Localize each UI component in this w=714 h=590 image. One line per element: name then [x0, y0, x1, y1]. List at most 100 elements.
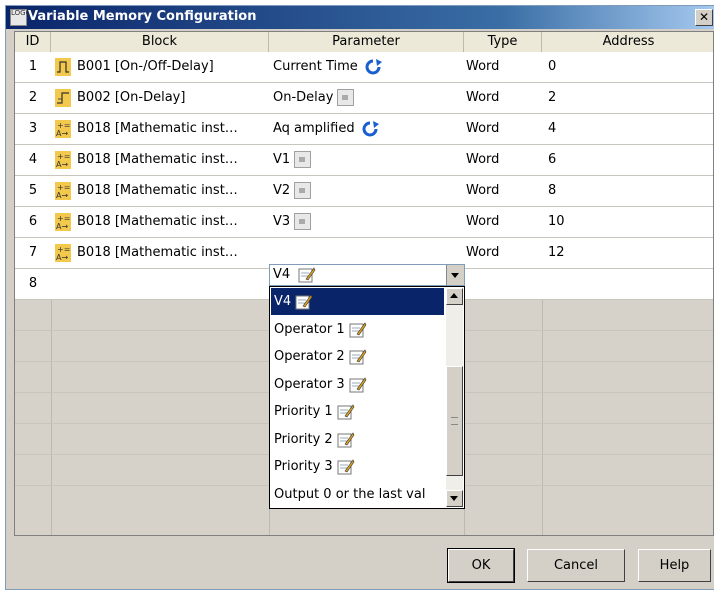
parameter-label: V1 — [273, 152, 291, 167]
cell-id: 8 — [28, 276, 38, 291]
cell-id: 1 — [28, 59, 38, 74]
dropdown-option[interactable]: Priority 1 — [271, 398, 444, 425]
parameter-label: Current Time — [273, 59, 358, 74]
cell-parameter[interactable]: V2 — [269, 176, 464, 206]
pencil-icon — [337, 431, 355, 447]
cell-parameter[interactable]: Current Time — [269, 52, 464, 82]
cell-address: 10 — [548, 214, 565, 229]
math-icon: +=A→ — [55, 243, 71, 262]
cell-type: Word — [466, 90, 500, 105]
scroll-thumb[interactable] — [446, 366, 463, 476]
cell-id: 5 — [28, 183, 38, 198]
dropdown-option[interactable]: Operator 1 — [271, 316, 444, 343]
dropdown-scrollbar[interactable] — [446, 288, 463, 507]
dropdown-option[interactable]: V4 — [271, 288, 444, 315]
cell-id: 3 — [28, 121, 38, 136]
parameter-combobox[interactable]: V4 — [269, 264, 465, 286]
block-label: B018 [Mathematic inst… — [77, 214, 238, 229]
cell-address: 12 — [548, 245, 565, 260]
svg-text:A→: A→ — [56, 129, 68, 138]
column-header-block[interactable]: Block — [51, 32, 269, 52]
table-row[interactable]: 2 B002 [On-Delay] On-Delay Word 2 — [15, 83, 713, 114]
lock-icon — [294, 151, 312, 168]
lock-icon — [337, 89, 355, 106]
dropdown-option[interactable]: Priority 2 — [271, 426, 444, 453]
parameter-label: V3 — [273, 214, 291, 229]
cell-block: += A→ B018 [Mathematic inst… — [51, 176, 269, 206]
ok-button[interactable]: OK — [447, 548, 515, 583]
cell-block — [51, 269, 269, 299]
window-title: Variable Memory Configuration — [28, 9, 257, 24]
pencil-icon — [337, 459, 355, 475]
block-label: B018 [Mathematic inst… — [77, 183, 238, 198]
cell-parameter[interactable]: V3 — [269, 207, 464, 237]
table-row[interactable]: 5 += A→ B018 [Mathematic inst… V2 Word 8 — [15, 176, 713, 207]
dropdown-option-label: Priority 3 — [274, 459, 333, 474]
dropdown-option-label: Operator 3 — [274, 376, 345, 392]
cell-address: 2 — [548, 90, 557, 105]
cell-type: Word — [466, 59, 500, 74]
dropdown-option-label: Priority 1 — [274, 404, 333, 419]
pencil-icon — [337, 404, 355, 420]
column-header-parameter[interactable]: Parameter — [269, 32, 464, 52]
cell-block: += A→ B018 [Mathematic inst… — [51, 114, 269, 144]
cell-block: B001 [On-/Off-Delay] — [51, 52, 269, 82]
math-icon: +=A→ — [55, 181, 71, 200]
table-row[interactable]: 6 += A→ B018 [Mathematic inst… V3 Word 10 — [15, 207, 713, 238]
cancel-button[interactable]: Cancel — [527, 549, 625, 582]
cell-id: 2 — [28, 90, 38, 105]
pencil-icon — [349, 349, 366, 365]
column-header-type[interactable]: Type — [464, 32, 542, 52]
cell-block: += A→ B018 [Mathematic inst… — [51, 238, 269, 268]
block-label: B018 [Mathematic inst… — [77, 245, 238, 260]
dropdown-option[interactable]: Operator 3 — [271, 371, 444, 398]
cell-type: Word — [466, 183, 500, 198]
cell-id: 4 — [28, 152, 38, 167]
block-label: B001 [On-/Off-Delay] — [77, 59, 214, 74]
column-header-id[interactable]: ID — [15, 32, 51, 52]
scroll-up-button[interactable] — [446, 288, 463, 305]
on-delay-icon — [55, 88, 71, 107]
close-button[interactable]: ✕ — [695, 9, 713, 26]
cell-parameter[interactable]: V1 — [269, 145, 464, 175]
dropdown-option[interactable]: Output 0 or the last val — [271, 481, 444, 508]
table-row[interactable]: 4 += A→ B018 [Mathematic inst… V1 Word 6 — [15, 145, 713, 176]
cell-block: += A→ B018 [Mathematic inst… — [51, 145, 269, 175]
math-icon: +=A→ — [55, 150, 71, 169]
cell-type: Word — [466, 121, 500, 136]
block-label: B002 [On-Delay] — [77, 90, 186, 105]
help-button[interactable]: Help — [638, 549, 711, 582]
title-bar[interactable]: LOGO! Variable Memory Configuration ✕ — [6, 6, 714, 29]
parameter-label: Aq amplified — [273, 121, 355, 136]
combobox-dropdown-button[interactable] — [446, 265, 464, 285]
parameter-label: V2 — [273, 183, 291, 198]
parameter-dropdown-list: V4 Operator 1 Operator 2 Operator 3 Priority… — [269, 286, 465, 509]
cell-id: 7 — [28, 245, 38, 260]
pencil-icon — [349, 321, 366, 337]
svg-text:A→: A→ — [56, 253, 68, 262]
lock-icon — [294, 213, 312, 230]
refresh-icon — [365, 58, 382, 74]
lock-icon — [294, 182, 312, 199]
cell-parameter[interactable]: On-Delay — [269, 83, 464, 113]
dropdown-option-label: V4 — [274, 294, 292, 309]
dialog-window: LOGO! Variable Memory Configuration ✕ ID… — [5, 5, 714, 590]
cell-type — [464, 269, 542, 299]
memory-table: ID Block Parameter Type Address 1 B001 [O… — [14, 31, 714, 536]
column-header-address[interactable]: Address — [542, 32, 713, 52]
dropdown-option[interactable]: Priority 3 — [271, 453, 444, 480]
cell-address: 6 — [548, 152, 557, 167]
pencil-icon — [298, 267, 316, 283]
dropdown-option-label: Operator 1 — [274, 321, 345, 337]
pencil-icon — [349, 376, 366, 392]
cell-type: Word — [466, 214, 500, 229]
table-row[interactable]: 3 += A→ B018 [Mathematic inst… Aq amplified W… — [15, 114, 713, 145]
scroll-down-button[interactable] — [446, 490, 463, 507]
cell-parameter[interactable]: Aq amplified — [269, 114, 464, 144]
cell-address — [542, 269, 713, 299]
cell-address: 8 — [548, 183, 557, 198]
table-row[interactable]: 1 B001 [On-/Off-Delay] Current Time Word 0 — [15, 52, 713, 83]
svg-text:A→: A→ — [56, 160, 68, 169]
dropdown-option[interactable]: Operator 2 — [271, 343, 444, 370]
table-header: ID Block Parameter Type Address — [15, 32, 713, 53]
